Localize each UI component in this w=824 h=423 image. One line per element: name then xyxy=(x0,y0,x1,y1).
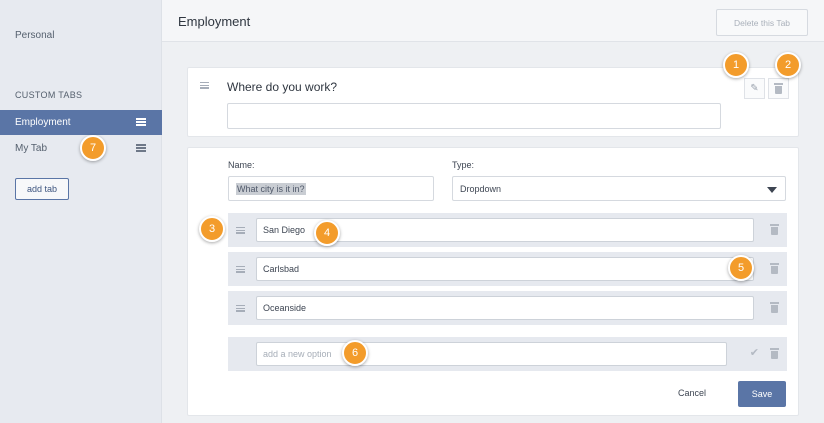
name-label: Name: xyxy=(228,160,255,170)
delete-question-button[interactable] xyxy=(768,78,789,99)
name-field[interactable]: What city is it in? xyxy=(228,176,434,201)
sidebar: Personal CUSTOM TABS Employment My Tab a… xyxy=(0,0,162,423)
trash-icon[interactable] xyxy=(770,348,779,359)
cancel-button[interactable]: Cancel xyxy=(678,388,706,398)
sidebar-item-personal[interactable]: Personal xyxy=(15,30,54,41)
type-select[interactable]: Dropdown xyxy=(452,176,786,201)
option-input[interactable]: Carlsbad xyxy=(256,257,754,281)
name-field-value: What city is it in? xyxy=(236,182,306,195)
check-icon[interactable]: ✔ xyxy=(750,346,759,359)
drag-handle-icon[interactable] xyxy=(200,82,209,89)
pencil-icon: ✎ xyxy=(750,83,759,94)
new-option-row: add a new option ✔ xyxy=(228,337,787,371)
menu-icon[interactable] xyxy=(136,144,146,152)
new-option-input[interactable]: add a new option xyxy=(256,342,727,366)
trash-icon[interactable] xyxy=(770,302,779,313)
callout-marker: 2 xyxy=(775,52,801,78)
option-row: Oceanside xyxy=(228,291,787,325)
header: Employment Delete this Tab xyxy=(162,0,824,42)
answer-input[interactable] xyxy=(227,103,721,129)
sidebar-item-employment[interactable]: Employment xyxy=(0,110,162,135)
menu-icon[interactable] xyxy=(136,118,146,126)
sidebar-item-label: Employment xyxy=(15,117,71,128)
type-label: Type: xyxy=(452,160,475,170)
drag-handle-icon[interactable] xyxy=(236,227,245,234)
save-button[interactable]: Save xyxy=(738,381,786,407)
delete-tab-button[interactable]: Delete this Tab xyxy=(716,9,808,36)
edit-question-card: Name: What city is it in? Type: Dropdown… xyxy=(187,147,799,416)
callout-marker: 1 xyxy=(723,52,749,78)
drag-handle-icon[interactable] xyxy=(236,266,245,273)
drag-handle-icon[interactable] xyxy=(236,305,245,312)
trash-icon[interactable] xyxy=(770,224,779,235)
callout-marker: 4 xyxy=(314,220,340,246)
option-input[interactable]: Oceanside xyxy=(256,296,754,320)
option-row: Carlsbad xyxy=(228,252,787,286)
type-select-value: Dropdown xyxy=(460,183,502,194)
sidebar-item-label: My Tab xyxy=(15,143,48,154)
callout-marker: 5 xyxy=(728,255,754,281)
caret-down-icon xyxy=(767,187,777,193)
option-row: San Diego xyxy=(228,213,787,247)
custom-tabs-heading: CUSTOM TABS xyxy=(15,90,83,100)
question-title: Where do you work? xyxy=(227,80,338,94)
callout-marker: 6 xyxy=(342,340,368,366)
edit-button[interactable]: ✎ xyxy=(744,78,765,99)
callout-marker: 7 xyxy=(80,135,106,161)
add-tab-button[interactable]: add tab xyxy=(15,178,69,200)
question-card: Where do you work? ✎ xyxy=(187,67,799,137)
trash-icon xyxy=(774,83,783,94)
callout-marker: 3 xyxy=(199,216,225,242)
trash-icon[interactable] xyxy=(770,263,779,274)
page-title: Employment xyxy=(178,14,251,29)
